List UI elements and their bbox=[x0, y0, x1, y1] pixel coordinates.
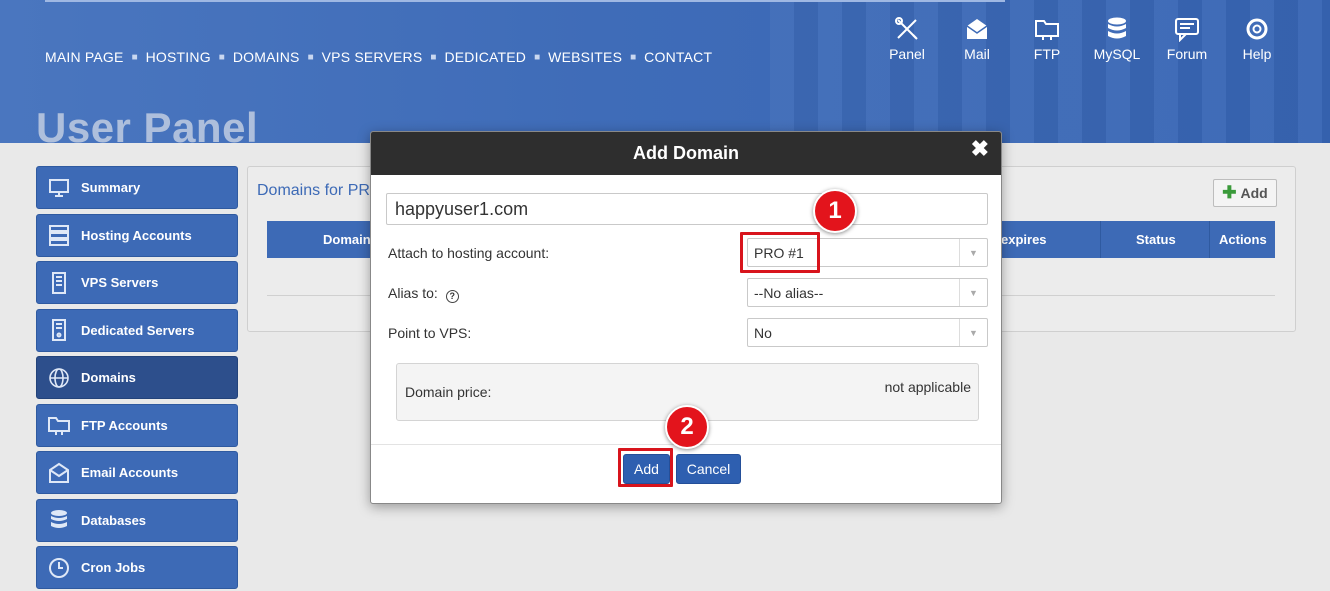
alias-label: Alias to: ? bbox=[388, 285, 459, 303]
domain-price-label: Domain price: bbox=[405, 384, 492, 400]
chevron-down-icon: ▼ bbox=[959, 239, 987, 266]
dialog-header: Add Domain ✖ bbox=[371, 132, 1001, 175]
alias-value: --No alias-- bbox=[754, 285, 824, 301]
help-icon[interactable]: ? bbox=[445, 290, 459, 303]
chevron-down-icon: ▼ bbox=[959, 319, 987, 346]
attach-label: Attach to hosting account: bbox=[388, 245, 550, 261]
alias-label-text: Alias to: bbox=[388, 285, 438, 301]
vps-select[interactable]: No ▼ bbox=[747, 318, 988, 347]
dialog-title: Add Domain bbox=[633, 143, 739, 163]
step-marker-1: 1 bbox=[813, 189, 857, 233]
cancel-button[interactable]: Cancel bbox=[676, 454, 741, 484]
domain-name-input[interactable] bbox=[386, 193, 988, 225]
highlight-add-button bbox=[618, 448, 673, 487]
vps-value: No bbox=[754, 325, 772, 341]
domain-price-value: not applicable bbox=[884, 379, 971, 395]
close-icon[interactable]: ✖ bbox=[971, 136, 989, 162]
highlight-hosting-account bbox=[740, 232, 820, 273]
alias-select[interactable]: --No alias-- ▼ bbox=[747, 278, 988, 307]
chevron-down-icon: ▼ bbox=[959, 279, 987, 306]
step-marker-2: 2 bbox=[665, 405, 709, 449]
vps-label: Point to VPS: bbox=[388, 325, 472, 341]
